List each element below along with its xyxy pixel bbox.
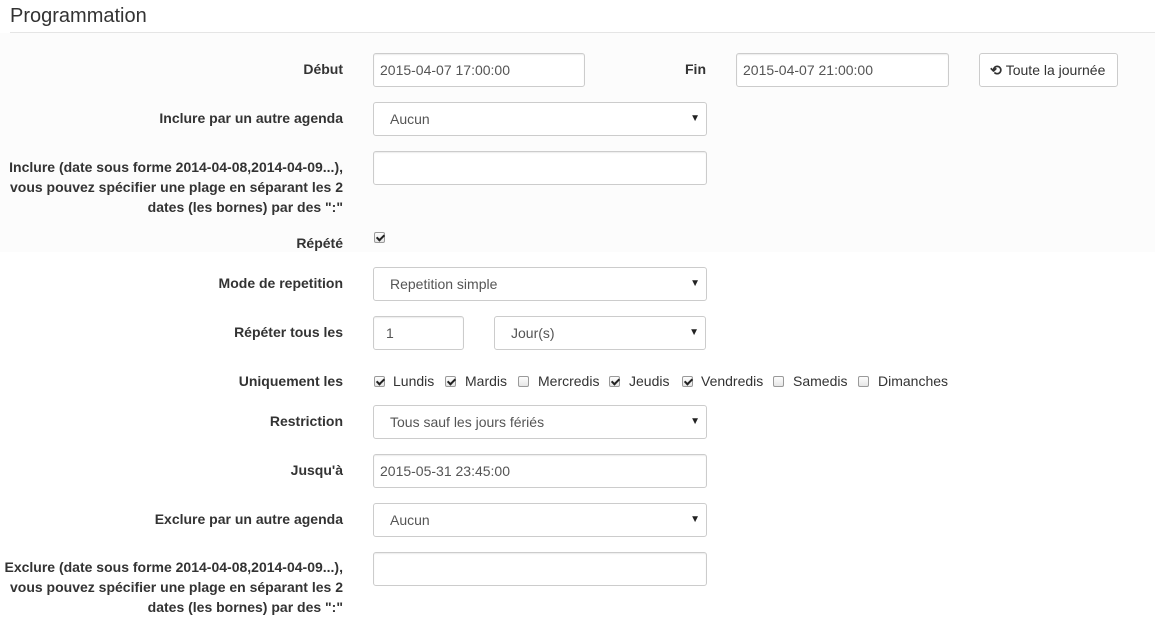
- exclure-agenda-label: Exclure par un autre agenda: [154, 511, 343, 527]
- all-day-button-label: Toute la journée: [1005, 62, 1106, 78]
- debut-input[interactable]: 2015-04-07 17:00:00: [373, 53, 585, 87]
- day-checkbox-lundis[interactable]: [374, 376, 385, 387]
- exclure-dates-label-line3: dates (les bornes) par des ":": [147, 599, 343, 615]
- restriction-select[interactable]: Tous sauf les jours fériés ▼: [373, 405, 707, 439]
- repete-label: Répété: [296, 235, 343, 251]
- inclure-agenda-value: Aucun: [390, 111, 430, 127]
- exclure-agenda-value: Aucun: [390, 512, 430, 528]
- mode-value: Repetition simple: [390, 276, 498, 292]
- day-label-mercredis: Mercredis: [538, 373, 600, 389]
- repeter-unit-value: Jour(s): [511, 325, 555, 341]
- day-checkbox-dimanches[interactable]: [858, 376, 869, 387]
- day-checkbox-mardis[interactable]: [445, 376, 456, 387]
- exclure-dates-label-line2: vous pouvez spécifier une plage en sépar…: [9, 579, 343, 595]
- day-checkbox-vendredis[interactable]: [682, 376, 693, 387]
- fin-input[interactable]: 2015-04-07 21:00:00: [736, 53, 949, 87]
- chevron-down-icon: ▼: [690, 113, 700, 124]
- chevron-down-icon: ▼: [690, 416, 700, 427]
- chevron-down-icon: ▼: [690, 278, 700, 289]
- mode-label: Mode de repetition: [218, 275, 343, 291]
- exclure-dates-label: Exclure (date sous forme 2014-04-08,2014…: [4, 557, 343, 617]
- day-label-samedis: Samedis: [793, 373, 848, 389]
- chevron-down-icon: ▼: [690, 514, 700, 525]
- history-icon: ⟲: [990, 62, 1002, 78]
- page-title: Programmation: [10, 5, 147, 27]
- day-label-jeudis: Jeudis: [629, 373, 670, 389]
- day-checkbox-mercredis[interactable]: [518, 376, 529, 387]
- inclure-dates-label-line2: vous pouvez spécifier une plage en sépar…: [9, 179, 343, 195]
- day-label-dimanches: Dimanches: [878, 373, 949, 389]
- inclure-dates-label-line1: Inclure (date sous forme 2014-04-08,2014…: [9, 159, 343, 175]
- day-label-lundis: Lundis: [393, 373, 435, 389]
- debut-label: Début: [303, 61, 343, 77]
- mode-select[interactable]: Repetition simple ▼: [373, 267, 707, 301]
- title-divider: [10, 32, 1155, 33]
- exclure-dates-label-line1: Exclure (date sous forme 2014-04-08,2014…: [4, 559, 343, 575]
- inclure-dates-label: Inclure (date sous forme 2014-04-08,2014…: [9, 157, 343, 217]
- day-checkbox-jeudis[interactable]: [609, 376, 620, 387]
- uniquement-label: Uniquement les: [238, 373, 343, 389]
- restriction-label: Restriction: [269, 413, 343, 429]
- jusqua-input[interactable]: 2015-05-31 23:45:00: [373, 454, 707, 488]
- repete-checkbox[interactable]: [374, 232, 385, 243]
- fin-label: Fin: [685, 61, 706, 77]
- inclure-agenda-label: Inclure par un autre agenda: [159, 110, 343, 126]
- inclure-dates-input[interactable]: [373, 151, 707, 185]
- restriction-value: Tous sauf les jours fériés: [390, 414, 545, 430]
- inclure-dates-label-line3: dates (les bornes) par des ":": [147, 199, 343, 215]
- day-label-vendredis: Vendredis: [701, 373, 764, 389]
- day-checkbox-samedis[interactable]: [773, 376, 784, 387]
- repeter-label: Répéter tous les: [234, 324, 343, 340]
- inclure-agenda-select[interactable]: Aucun ▼: [373, 102, 707, 136]
- repeter-unit-select[interactable]: Jour(s) ▼: [494, 316, 706, 350]
- exclure-dates-input[interactable]: [373, 552, 707, 586]
- jusqua-label: Jusqu'à: [290, 462, 343, 478]
- chevron-down-icon: ▼: [689, 327, 699, 338]
- exclure-agenda-select[interactable]: Aucun ▼: [373, 503, 707, 537]
- day-label-mardis: Mardis: [465, 373, 508, 389]
- repeter-input[interactable]: 1: [373, 316, 464, 350]
- all-day-button[interactable]: ⟲ Toute la journée: [979, 53, 1119, 87]
